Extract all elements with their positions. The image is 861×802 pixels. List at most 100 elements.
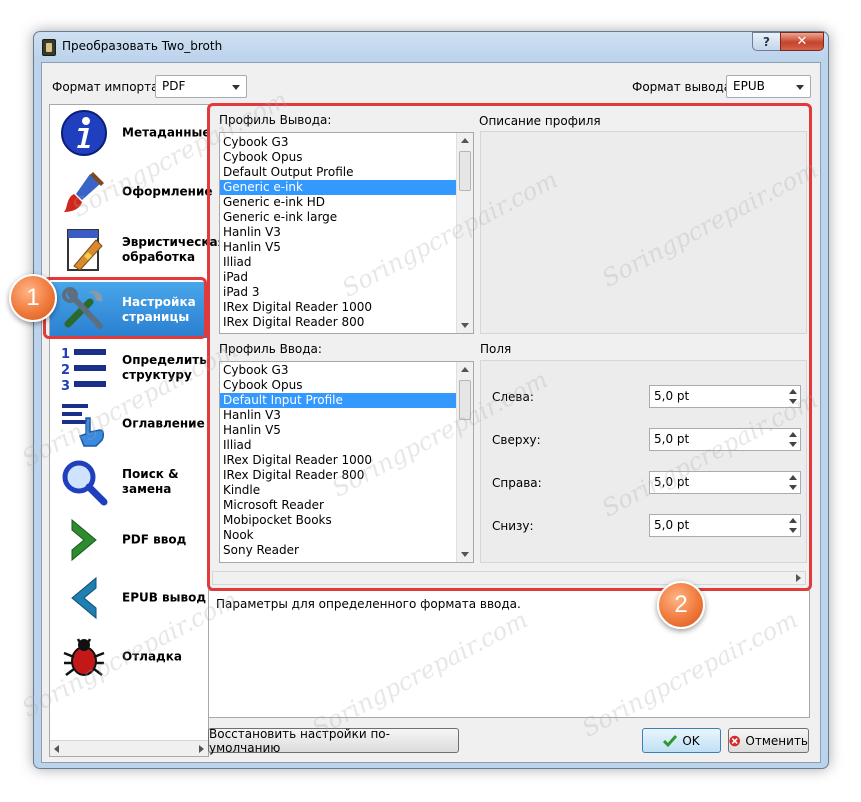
step-badge-1: 1 <box>9 274 57 322</box>
spin-buttons[interactable] <box>786 515 800 536</box>
input-profile-list-item[interactable]: Cybook G3 <box>220 363 473 378</box>
sidebar-item-label: EPUB вывод <box>122 590 207 605</box>
scroll-up-icon[interactable] <box>461 138 469 143</box>
margin-left-value: 5,0 pt <box>654 389 690 403</box>
scroll-down-icon[interactable] <box>461 323 469 328</box>
spin-down-icon[interactable] <box>789 399 797 404</box>
sidebar-item-page-setup[interactable]: Настройка страницы <box>50 282 208 338</box>
sidebar-item-label: Оглавление <box>122 416 205 431</box>
sidebar-item-search-replace[interactable]: Поиск & замена <box>50 454 208 510</box>
margin-top-value: 5,0 pt <box>654 432 690 446</box>
input-profile-list-item[interactable]: IRex Digital Reader 800 <box>220 468 473 483</box>
output-profile-label: Профиль Вывода: <box>219 113 332 127</box>
scroll-right-icon[interactable] <box>796 574 801 582</box>
scroll-right-icon[interactable] <box>199 745 204 753</box>
import-format-value: PDF <box>162 79 186 93</box>
margin-top-label: Сверху: <box>492 433 541 447</box>
margin-right-spinbox[interactable]: 5,0 pt <box>649 471 801 494</box>
scroll-up-icon[interactable] <box>461 367 469 372</box>
spin-down-icon[interactable] <box>789 442 797 447</box>
input-profile-list-item[interactable]: Sony Reader <box>220 543 473 558</box>
spin-buttons[interactable] <box>786 386 800 407</box>
chevron-down-icon <box>232 85 240 90</box>
sidebar-item-label: PDF ввод <box>122 532 187 547</box>
spin-buttons[interactable] <box>786 472 800 493</box>
tools-icon <box>62 287 103 329</box>
ok-button[interactable]: OK <box>642 728 721 753</box>
output-profile-list-item[interactable]: Generic e-ink <box>220 180 473 195</box>
sidebar-item-toc[interactable]: Оглавление <box>50 396 208 452</box>
output-profile-list-item[interactable]: Generic e-ink HD <box>220 195 473 210</box>
settings-horizontal-scrollbar[interactable] <box>212 571 806 585</box>
profile-description-label: Описание профиля <box>479 114 601 128</box>
close-button[interactable]: ✕ <box>780 32 824 51</box>
sidebar-item-structure[interactable]: 1 2 3 Определить структуру <box>50 340 208 396</box>
input-profile-list-item[interactable]: Default Input Profile <box>220 393 473 408</box>
output-profile-list-item[interactable]: IRex Digital Reader 800 <box>220 315 473 330</box>
output-profile-scrollbar[interactable] <box>456 133 473 333</box>
sidebar-item-pdf-input[interactable]: PDF ввод <box>50 512 208 568</box>
input-profile-list-item[interactable]: Mobipocket Books <box>220 513 473 528</box>
input-profile-list-item[interactable]: Cybook Opus <box>220 378 473 393</box>
input-profile-list-item[interactable]: Kindle <box>220 483 473 498</box>
input-profile-list-item[interactable]: Microsoft Reader <box>220 498 473 513</box>
output-profile-list-item[interactable]: IRex Digital Reader 1000 <box>220 300 473 315</box>
sidebar-item-debug[interactable]: Отладка <box>50 629 208 685</box>
paintbrush-icon <box>64 172 104 212</box>
output-profile-list-item[interactable]: Hanlin V3 <box>220 225 473 240</box>
margin-bottom-spinbox[interactable]: 5,0 pt <box>649 514 801 537</box>
input-profile-list[interactable]: Cybook G3 Cybook Opus Default Input Profil… <box>219 361 474 563</box>
output-profile-list-item[interactable]: iPad 3 <box>220 285 473 300</box>
restore-defaults-button[interactable]: Восстановить настройки по-умолчанию <box>208 727 459 755</box>
output-profile-list-item[interactable]: Default Output Profile <box>220 165 473 180</box>
spin-buttons[interactable] <box>786 429 800 450</box>
chevron-down-icon <box>796 85 804 90</box>
sidebar-item-label: Эвристическая обработка <box>122 235 226 264</box>
input-profile-list-item[interactable]: Hanlin V3 <box>220 408 473 423</box>
document-wand-icon <box>67 229 103 271</box>
output-profile-list-item[interactable]: Cybook G3 <box>220 135 473 150</box>
scroll-down-icon[interactable] <box>461 552 469 557</box>
cancel-button[interactable]: Отменить <box>728 728 809 753</box>
output-profile-list[interactable]: Cybook G3 Cybook Opus Default Output Profi… <box>219 132 474 334</box>
spin-down-icon[interactable] <box>789 528 797 533</box>
spin-up-icon[interactable] <box>789 518 797 523</box>
output-format-select[interactable]: EPUB <box>726 75 811 98</box>
input-profile-list-item[interactable]: Nook <box>220 528 473 543</box>
output-profile-list-item[interactable]: Generic e-ink large <box>220 210 473 225</box>
import-format-select[interactable]: PDF <box>155 75 247 98</box>
arrow-left-icon <box>71 576 97 620</box>
input-profile-list-item[interactable]: IRex Digital Reader 1000 <box>220 453 473 468</box>
sidebar-horizontal-scrollbar[interactable] <box>50 740 208 756</box>
scroll-thumb[interactable] <box>459 380 471 420</box>
scroll-left-icon[interactable] <box>54 745 59 753</box>
output-profile-list-item[interactable]: Cybook Opus <box>220 150 473 165</box>
spin-up-icon[interactable] <box>789 475 797 480</box>
sidebar-item-metadata[interactable]: Метаданные <box>50 105 211 161</box>
margin-left-spinbox[interactable]: 5,0 pt <box>649 385 801 408</box>
margin-right-value: 5,0 pt <box>654 475 690 489</box>
sidebar-item-epub-output[interactable]: EPUB вывод <box>50 570 208 626</box>
input-profile-scrollbar[interactable] <box>456 362 473 562</box>
ok-label: OK <box>682 733 700 748</box>
svg-text:2: 2 <box>61 363 70 378</box>
spin-up-icon[interactable] <box>789 432 797 437</box>
input-profile-list-item[interactable]: Hanlin V5 <box>220 423 473 438</box>
profile-description-box <box>480 131 807 334</box>
margin-top-spinbox[interactable]: 5,0 pt <box>649 428 801 451</box>
help-text-box: Параметры для определенного формата ввод… <box>208 590 810 718</box>
help-button[interactable]: ? <box>752 32 780 51</box>
sidebar-item-heuristics[interactable]: Эвристическая обработка <box>50 222 225 278</box>
output-profile-list-item[interactable]: iPad <box>220 270 473 285</box>
svg-text:3: 3 <box>61 379 70 392</box>
spin-down-icon[interactable] <box>789 485 797 490</box>
spin-up-icon[interactable] <box>789 389 797 394</box>
scroll-thumb[interactable] <box>459 151 471 191</box>
output-profile-list-item[interactable]: Hanlin V5 <box>220 240 473 255</box>
help-text: Параметры для определенного формата ввод… <box>216 597 521 611</box>
sidebar-item-look-and-feel[interactable]: Оформление <box>50 164 213 220</box>
output-profile-list-item[interactable]: Illiad <box>220 255 473 270</box>
input-profile-list-item[interactable]: Illiad <box>220 438 473 453</box>
arrow-right-icon <box>71 518 97 562</box>
output-format-label: Формат вывода: <box>632 80 736 94</box>
